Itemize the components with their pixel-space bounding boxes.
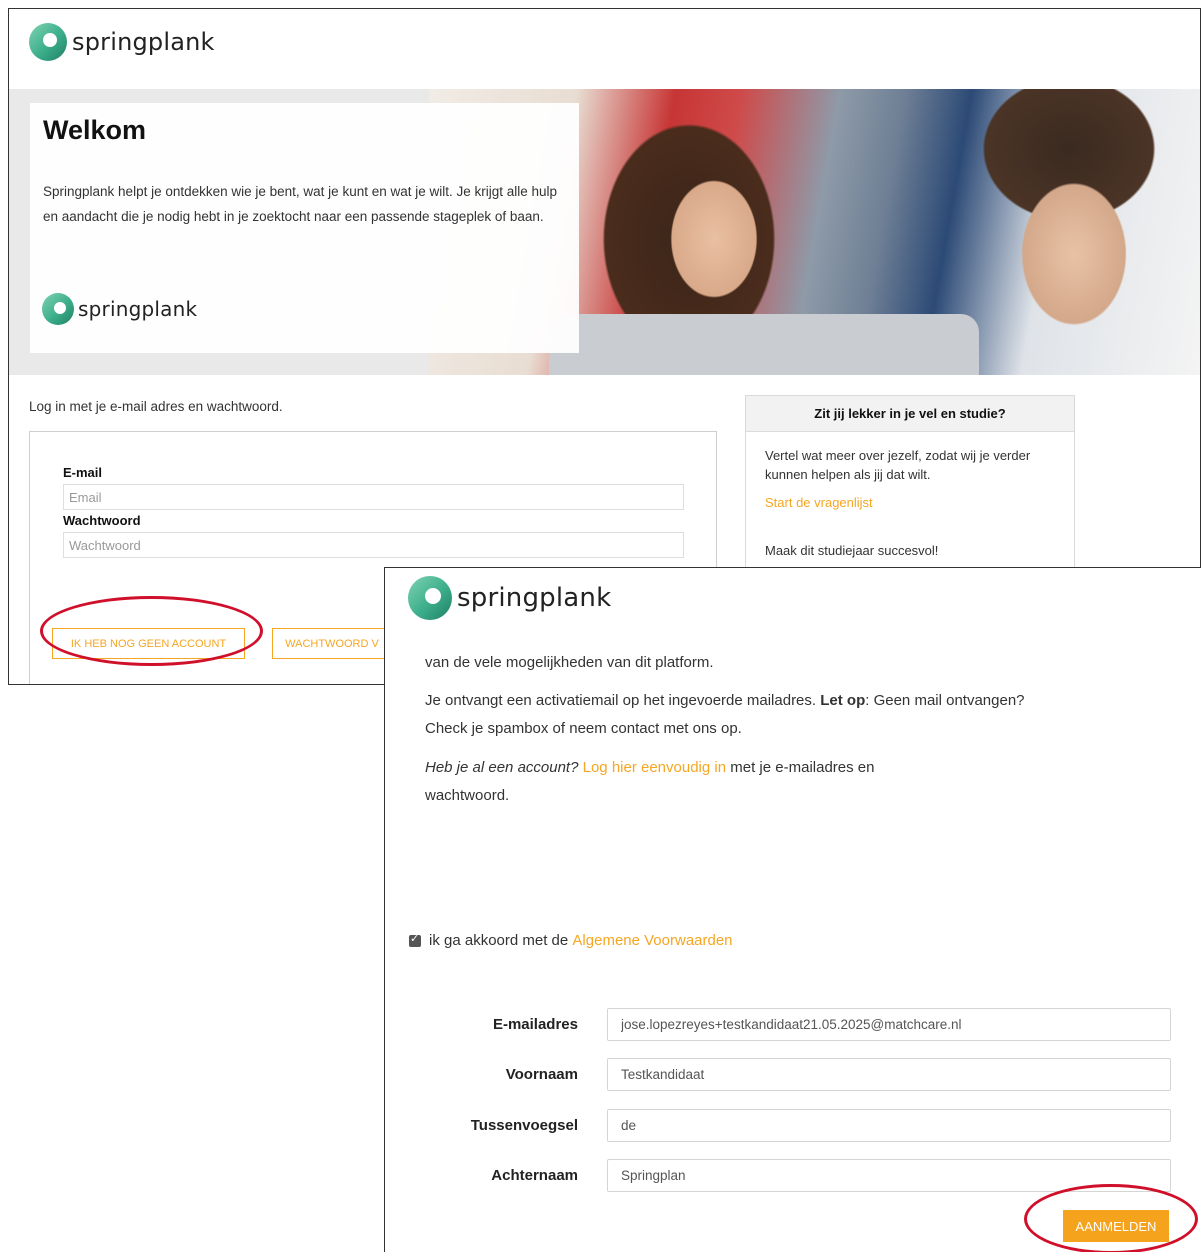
intro-text: van de vele mogelijkheden van dit platfo… bbox=[425, 654, 714, 671]
logo-wordmark: springplank bbox=[78, 297, 198, 321]
email-address-label: E-mailadres bbox=[492, 1016, 578, 1033]
email-input[interactable] bbox=[63, 484, 684, 510]
activation-notice: Je ontvangt een activatiemail op het ing… bbox=[425, 687, 1025, 743]
questionnaire-card-footer: Maak dit studiejaar succesvol! bbox=[765, 543, 939, 558]
hero-photo-laptop bbox=[549, 314, 979, 375]
no-account-button[interactable]: IK HEB NOG GEEN ACCOUNT bbox=[52, 628, 245, 659]
terms-label: ik ga akkoord met de bbox=[429, 932, 569, 949]
springplank-logo-icon bbox=[42, 293, 74, 325]
login-intro: Log in met je e-mail adres en wachtwoord… bbox=[29, 399, 283, 414]
logo-wordmark: springplank bbox=[72, 28, 215, 56]
form-row-email: E-mailadres bbox=[385, 1008, 1201, 1042]
register-page-screenshot: springplank van de vele mogelijkheden va… bbox=[384, 567, 1201, 1252]
infix-input[interactable] bbox=[607, 1109, 1171, 1142]
account-question: Heb je al een account? bbox=[425, 759, 579, 776]
questionnaire-card-title: Zit jij lekker in je vel en studie? bbox=[746, 396, 1074, 432]
last-name-label: Achternaam bbox=[491, 1167, 578, 1184]
first-name-label: Voornaam bbox=[505, 1066, 578, 1083]
welcome-title: Welkom bbox=[43, 115, 147, 145]
first-name-input[interactable] bbox=[607, 1058, 1171, 1091]
email-label: E-mail bbox=[63, 465, 103, 480]
password-label: Wachtwoord bbox=[63, 513, 141, 528]
activation-warning: Let op bbox=[820, 692, 866, 709]
register-submit-button[interactable]: AANMELDEN bbox=[1063, 1210, 1169, 1242]
welcome-card: Welkom Springplank helpt je ontdekken wi… bbox=[30, 103, 579, 353]
springplank-logo-icon bbox=[408, 576, 452, 620]
terms-link[interactable]: Algemene Voorwaarden bbox=[572, 932, 732, 949]
existing-account-text: Heb je al een account? Log hier eenvoudi… bbox=[425, 754, 945, 810]
last-name-input[interactable] bbox=[607, 1159, 1171, 1192]
questionnaire-card: Zit jij lekker in je vel en studie? Vert… bbox=[745, 395, 1075, 575]
logo-wordmark: springplank bbox=[457, 583, 612, 613]
start-questionnaire-link[interactable]: Start de vragenlijst bbox=[765, 495, 873, 510]
form-row-infix: Tussenvoegsel bbox=[385, 1109, 1201, 1143]
terms-agreement: ik ga akkoord met de Algemene Voorwaarde… bbox=[409, 932, 733, 949]
login-link[interactable]: Log hier eenvoudig in bbox=[583, 759, 726, 776]
hero-banner: Welkom Springplank helpt je ontdekken wi… bbox=[9, 89, 1200, 375]
password-input[interactable] bbox=[63, 532, 684, 558]
welcome-text: Springplank helpt je ontdekken wie je be… bbox=[43, 184, 558, 224]
infix-label: Tussenvoegsel bbox=[470, 1117, 578, 1134]
terms-checkbox[interactable] bbox=[409, 932, 421, 947]
welcome-card-logo: springplank bbox=[42, 293, 197, 325]
springplank-logo[interactable]: springplank bbox=[29, 23, 215, 61]
form-row-last-name: Achternaam bbox=[385, 1159, 1201, 1193]
activation-text: Je ontvangt een activatiemail op het ing… bbox=[425, 692, 817, 709]
questionnaire-card-text: Vertel wat meer over jezelf, zodat wij j… bbox=[765, 448, 1031, 482]
forgot-password-button[interactable]: WACHTWOORD V bbox=[272, 628, 392, 659]
form-row-first-name: Voornaam bbox=[385, 1058, 1201, 1092]
email-address-input[interactable] bbox=[607, 1008, 1171, 1041]
springplank-logo[interactable]: springplank bbox=[408, 576, 611, 620]
springplank-logo-icon bbox=[29, 23, 67, 61]
